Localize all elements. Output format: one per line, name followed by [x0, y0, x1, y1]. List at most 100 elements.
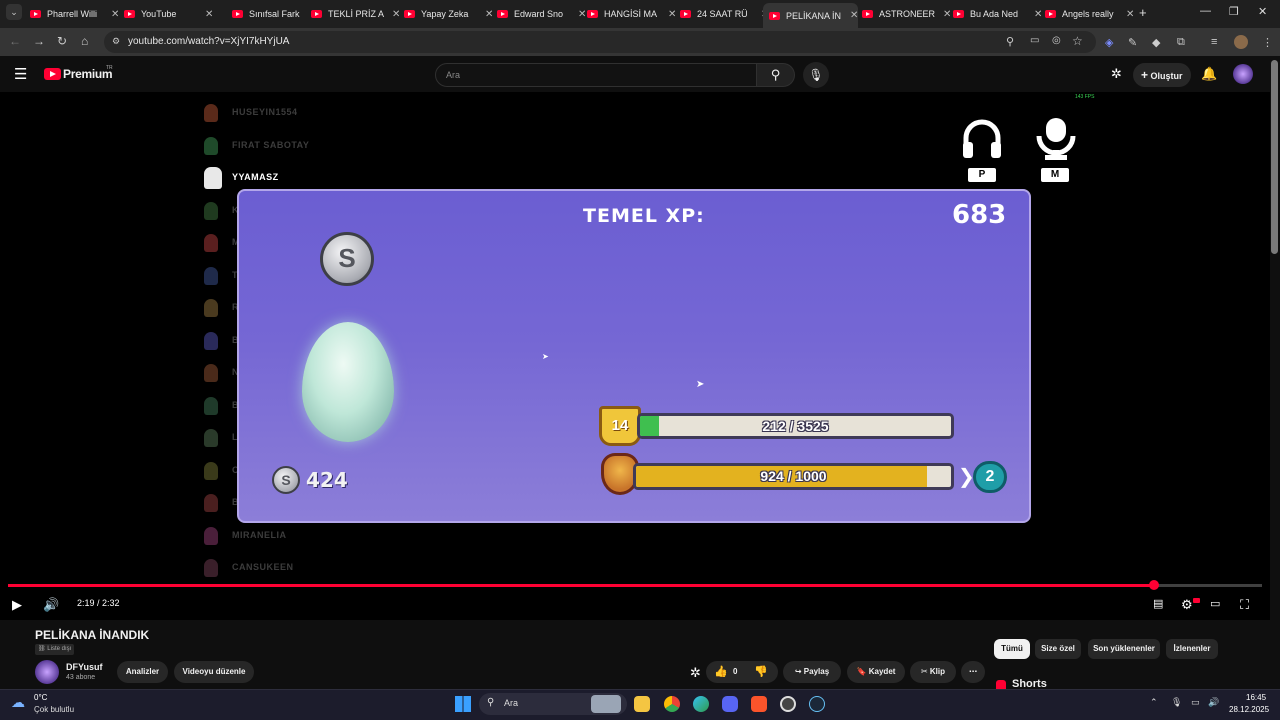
weather-temperature[interactable]: 0°C: [34, 693, 47, 702]
clock-time[interactable]: 16:45: [1246, 693, 1266, 702]
browser-tab[interactable]: Bu Ada Ned ✕: [953, 4, 1042, 24]
tab-close-icon[interactable]: ✕: [943, 9, 951, 20]
new-tab-button[interactable]: +: [1139, 5, 1147, 20]
back-icon[interactable]: ←: [9, 34, 21, 48]
browser-tab[interactable]: HANGİSİ MA ✕: [587, 4, 676, 24]
filter-chip[interactable]: Tümü: [994, 639, 1030, 659]
browser-tab[interactable]: Sınıfsal Fark✕: [232, 4, 321, 24]
like-icon[interactable]: 👍: [714, 661, 728, 683]
filter-chip[interactable]: İzlenenler: [1166, 639, 1218, 659]
address-bar[interactable]: ⚙ youtube.com/watch?v=XjYI7kHYjUA ⚲ ▭ ◎ …: [104, 31, 1096, 53]
eye-off-icon[interactable]: ◎: [1052, 35, 1061, 46]
tab-close-icon[interactable]: ✕: [1034, 9, 1042, 20]
reload-icon[interactable]: ↻: [57, 34, 67, 48]
browser-tab[interactable]: Angels really ✕: [1045, 4, 1134, 24]
tab-close-icon[interactable]: ✕: [850, 10, 858, 21]
tab-close-icon[interactable]: ✕: [578, 9, 586, 20]
tab-search-chevron-icon[interactable]: ⌄: [6, 4, 22, 20]
site-info-icon[interactable]: ⚙: [112, 36, 120, 47]
subtitles-icon[interactable]: ▤: [1153, 597, 1163, 610]
weather-description[interactable]: Çok bulutlu: [34, 705, 74, 714]
minimize-icon[interactable]: —: [1200, 5, 1211, 17]
taskbar-search[interactable]: ⚲: [479, 693, 627, 715]
create-button[interactable]: + Oluştur: [1133, 63, 1191, 87]
tab-close-icon[interactable]: ✕: [205, 9, 213, 20]
youtube-logo-icon[interactable]: [44, 68, 61, 80]
player-avatar-icon: [204, 299, 218, 317]
clip-button[interactable]: ✂ Klip: [910, 661, 956, 683]
volume-icon[interactable]: 🔊: [43, 597, 59, 613]
edge-icon[interactable]: [693, 696, 709, 712]
network-icon[interactable]: ▭: [1191, 697, 1200, 708]
reading-list-icon[interactable]: ≡: [1211, 36, 1217, 48]
player-avatar-icon: [204, 104, 218, 122]
browser-tab[interactable]: TEKLİ PRİZ A ✕: [311, 4, 400, 24]
video-progress-bar[interactable]: [8, 580, 1262, 590]
youtube-logo-text[interactable]: Premium: [63, 67, 113, 81]
search-input[interactable]: Ara: [435, 63, 757, 87]
bookmark-star-icon[interactable]: ☆: [1072, 34, 1083, 48]
obs-icon[interactable]: [780, 696, 796, 712]
extensions-puzzle-icon[interactable]: ⧉: [1177, 36, 1185, 49]
tab-close-icon[interactable]: ✕: [392, 9, 400, 20]
share-button[interactable]: ↪ Paylaş: [783, 661, 841, 683]
edit-video-button[interactable]: Videoyu düzenle: [174, 661, 254, 683]
profile-avatar[interactable]: [1234, 35, 1248, 49]
extension-copilot-icon[interactable]: ◈: [1105, 36, 1113, 49]
dislike-icon[interactable]: 👎: [754, 661, 768, 683]
tray-mic-icon[interactable]: 🎙: [1171, 697, 1182, 708]
tab-close-icon[interactable]: ✕: [485, 9, 493, 20]
close-window-icon[interactable]: ✕: [1258, 5, 1267, 18]
hamburger-menu-icon[interactable]: ☰: [14, 65, 27, 83]
studio-action-icon[interactable]: ✲: [690, 665, 701, 681]
notifications-bell-icon[interactable]: 🔔: [1201, 66, 1217, 82]
browser-tab[interactable]: ASTRONEER ✕: [862, 4, 951, 24]
filter-chip[interactable]: Son yüklenenler: [1088, 639, 1160, 659]
pen-icon[interactable]: ✎: [1128, 36, 1137, 49]
browser-menu-icon[interactable]: ⋮: [1262, 36, 1273, 49]
browser-tab[interactable]: Edward Sno ✕: [497, 4, 586, 24]
page-scrollbar[interactable]: [1271, 60, 1278, 254]
tray-overflow-icon[interactable]: ⌃: [1150, 697, 1158, 708]
voice-search-button[interactable]: 🎙: [803, 62, 829, 88]
file-explorer-icon[interactable]: [634, 696, 650, 712]
analytics-button[interactable]: Analizler: [117, 661, 168, 683]
studio-icon[interactable]: ✲: [1111, 66, 1122, 82]
theater-mode-icon[interactable]: ▭: [1210, 597, 1220, 610]
account-avatar[interactable]: [1233, 64, 1253, 84]
discord-icon[interactable]: [722, 696, 738, 712]
windows-start-icon[interactable]: [455, 696, 471, 712]
settings-gear-icon[interactable]: ⚙: [1181, 597, 1193, 613]
tab-close-icon[interactable]: ✕: [668, 9, 676, 20]
steam-icon[interactable]: [809, 696, 825, 712]
level-badge: 14: [599, 406, 641, 446]
forward-icon[interactable]: →: [33, 34, 45, 48]
brave-icon[interactable]: [751, 696, 767, 712]
channel-name[interactable]: DFYusuf: [66, 662, 103, 672]
tab-close-icon[interactable]: ✕: [111, 9, 119, 20]
weather-icon[interactable]: ☁: [11, 694, 25, 711]
browser-tab[interactable]: YouTube ✕: [124, 4, 213, 24]
search-button[interactable]: ⚲: [757, 63, 795, 87]
coin-icon: S: [320, 232, 374, 286]
zoom-icon[interactable]: ⚲: [1006, 35, 1014, 48]
save-button[interactable]: 🔖 Kaydet: [847, 661, 905, 683]
browser-tab[interactable]: 24 SAAT RÜ✕: [680, 4, 769, 24]
clock-date[interactable]: 28.12.2025: [1229, 705, 1269, 714]
cast-icon[interactable]: ▭: [1030, 35, 1039, 46]
restore-icon[interactable]: ❐: [1229, 5, 1239, 18]
fullscreen-icon[interactable]: ⛶: [1240, 597, 1249, 613]
channel-avatar[interactable]: [35, 660, 59, 684]
browser-tab[interactable]: PELİKANA İN ✕: [763, 3, 859, 28]
tray-volume-icon[interactable]: 🔊: [1208, 697, 1219, 708]
url-text[interactable]: youtube.com/watch?v=XjYI7kHYjUA: [128, 36, 289, 47]
home-icon[interactable]: ⌂: [81, 34, 88, 48]
chrome-icon[interactable]: [664, 696, 680, 712]
browser-tab[interactable]: Yapay Zeka ✕: [404, 4, 493, 24]
filter-chip[interactable]: Size özel: [1035, 639, 1081, 659]
play-icon[interactable]: ▶: [12, 597, 22, 613]
tab-close-icon[interactable]: ✕: [1126, 9, 1134, 20]
more-actions-button[interactable]: ⋯: [961, 661, 985, 683]
browser-tab[interactable]: Pharrell Willi ✕: [30, 4, 119, 24]
extension-diamond-icon[interactable]: ◆: [1152, 36, 1160, 49]
